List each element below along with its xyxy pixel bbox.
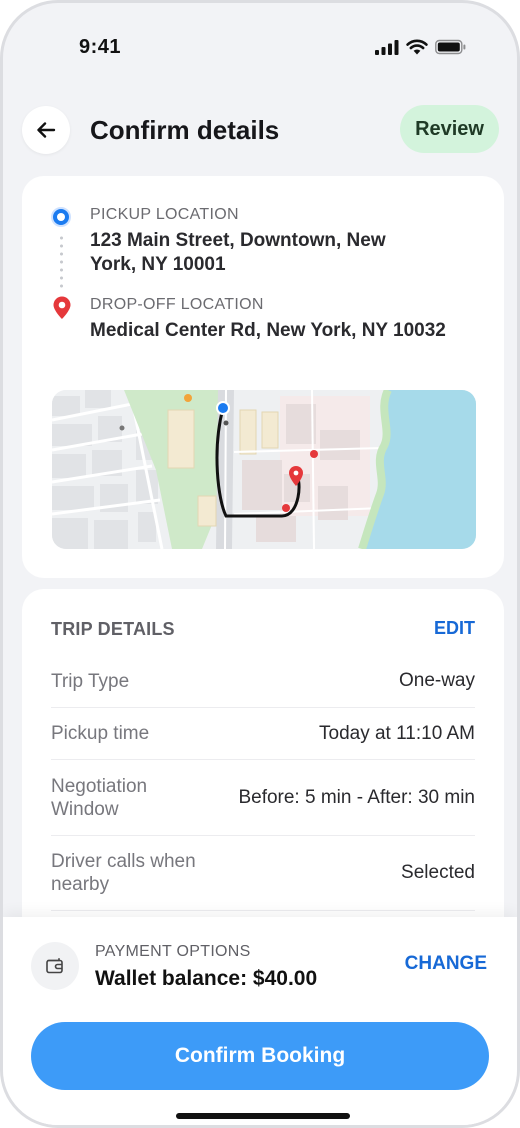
review-badge: Review <box>400 105 499 153</box>
wifi-icon <box>406 39 428 55</box>
status-bar: 9:41 <box>3 33 517 65</box>
row-value: One-way <box>398 670 475 691</box>
route-connector <box>60 234 63 292</box>
status-icons <box>375 39 467 55</box>
route-map[interactable] <box>52 390 476 549</box>
trip-row-trip-type: Trip Type One-way <box>51 655 475 707</box>
back-button[interactable] <box>22 106 70 154</box>
battery-icon <box>435 39 466 55</box>
cellular-signal-icon <box>375 40 399 55</box>
row-label: Pickup time <box>51 723 150 744</box>
trip-details-heading: TRIP DETAILS <box>51 619 175 639</box>
bottom-sheet: PAYMENT OPTIONS Wallet balance: $40.00 C… <box>3 917 517 1125</box>
pickup-marker-icon <box>51 207 71 227</box>
change-payment-link[interactable]: CHANGE <box>405 953 487 975</box>
row-divider <box>51 910 475 911</box>
trip-row-negotiation-window: Negotiation Window Before: 5 min - After… <box>51 759 475 835</box>
row-label: Driver calls when nearby <box>51 851 196 895</box>
row-label: Trip Type <box>51 670 130 692</box>
arrow-left-icon <box>37 122 56 138</box>
confirm-booking-button[interactable]: Confirm Booking <box>31 1022 489 1090</box>
home-indicator <box>176 1113 350 1119</box>
edit-trip-link[interactable]: EDIT <box>434 618 475 639</box>
wallet-icon-container <box>31 942 79 990</box>
page-title: Confirm details <box>90 115 280 145</box>
wallet-balance: Wallet balance: $40.00 <box>95 967 318 990</box>
trip-row-driver-calls: Driver calls when nearby Selected <box>51 835 475 910</box>
dropoff-label: DROP-OFF LOCATION <box>90 296 264 313</box>
dropoff-pin-icon <box>53 296 71 319</box>
map-graphic <box>52 390 476 549</box>
dropoff-address: Medical Center Rd, New York, NY 10032 <box>90 320 446 341</box>
row-label: Negotiation Window <box>51 775 148 820</box>
pickup-address: 123 Main Street, Downtown, New York, NY … <box>90 230 386 275</box>
payment-options-label: PAYMENT OPTIONS <box>95 943 251 960</box>
row-value: Before: 5 min - After: 30 min <box>238 786 475 808</box>
row-value: Selected <box>401 862 475 883</box>
phone-frame: 9:41 Confirm details Review PICKUP LOCAT… <box>0 0 520 1128</box>
wallet-icon <box>46 958 63 974</box>
route-card: PICKUP LOCATION 123 Main Street, Downtow… <box>22 176 504 578</box>
status-time: 9:41 <box>79 36 122 58</box>
row-value: Today at 11:10 AM <box>319 722 475 744</box>
header: Confirm details Review <box>3 103 517 157</box>
pickup-label: PICKUP LOCATION <box>90 206 239 223</box>
trip-row-pickup-time: Pickup time Today at 11:10 AM <box>51 707 475 759</box>
